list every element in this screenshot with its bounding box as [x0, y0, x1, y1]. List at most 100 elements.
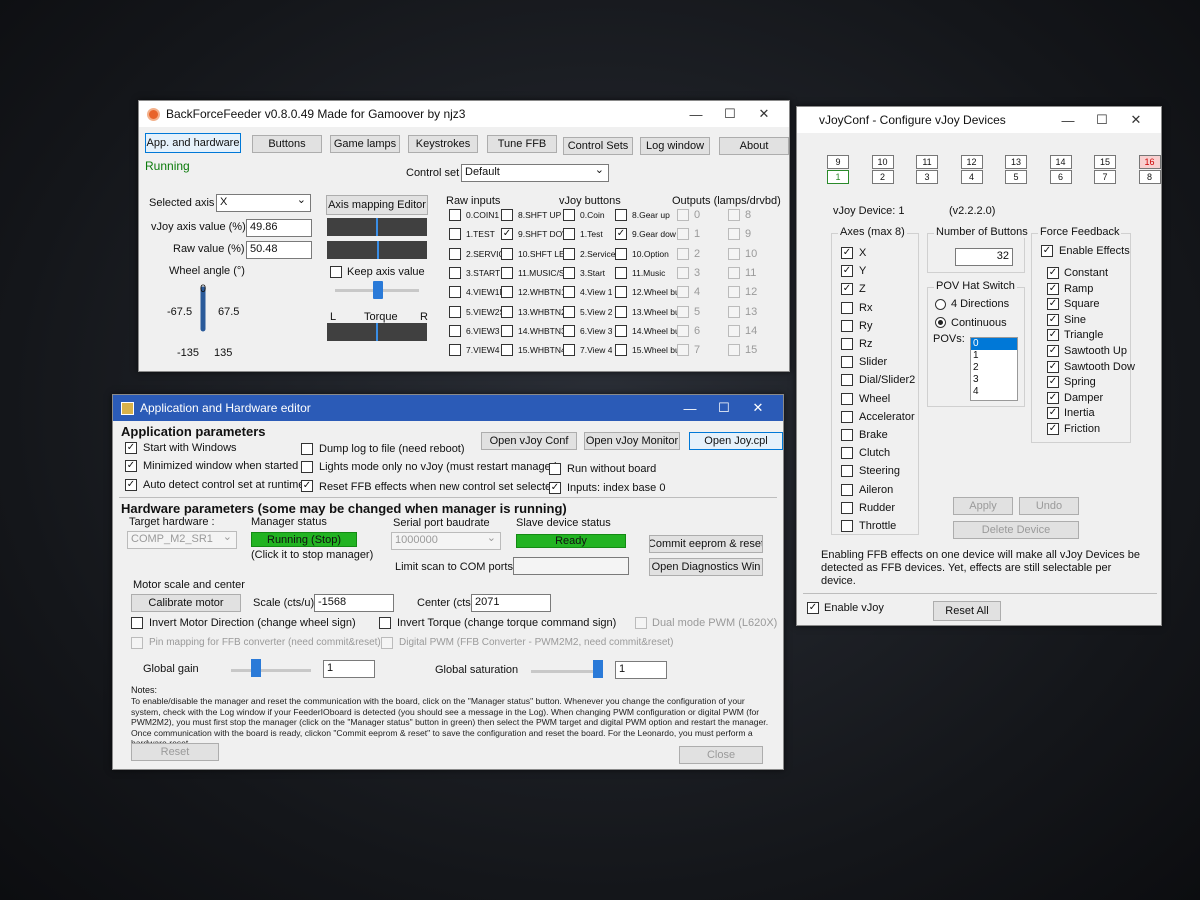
pov-item[interactable]: 4	[971, 386, 1017, 398]
axis-checkbox[interactable]	[841, 374, 853, 387]
io-checkbox[interactable]	[728, 209, 740, 221]
auto-detect-checkbox[interactable]: ✓	[125, 479, 137, 491]
raw-value-field[interactable]: 50.48	[246, 241, 312, 259]
io-checkbox[interactable]	[728, 247, 740, 260]
effect-checkbox[interactable]: ✓	[1047, 313, 1059, 326]
calibrate-motor-button[interactable]: Calibrate motor	[131, 594, 241, 612]
axis-checkbox[interactable]	[841, 301, 853, 314]
io-checkbox[interactable]	[563, 344, 575, 357]
invert-torque-checkbox[interactable]	[379, 617, 391, 629]
io-checkbox[interactable]	[501, 266, 513, 279]
axis-checkbox[interactable]	[841, 483, 853, 496]
axis-checkbox[interactable]	[841, 501, 853, 514]
maximize-icon[interactable]: ☐	[707, 400, 741, 416]
digital-pwm-checkbox[interactable]	[381, 637, 393, 649]
pov-item[interactable]: 1	[971, 350, 1017, 362]
open-vjoy-monitor-button[interactable]: Open vJoy Monitor	[584, 432, 680, 450]
baudrate-select[interactable]: 1000000	[391, 532, 501, 550]
effect-checkbox[interactable]: ✓	[1047, 376, 1059, 389]
io-checkbox[interactable]	[677, 247, 689, 260]
dual-mode-checkbox[interactable]	[635, 617, 647, 629]
global-gain-slider[interactable]	[231, 669, 311, 672]
io-checkbox[interactable]: ✓	[501, 228, 513, 241]
io-checkbox[interactable]	[501, 286, 513, 299]
io-checkbox[interactable]	[563, 209, 575, 221]
io-checkbox[interactable]	[728, 344, 740, 357]
enable-effects-checkbox[interactable]: ✓	[1041, 245, 1053, 257]
global-gain-input[interactable]: 1	[323, 660, 375, 678]
effect-checkbox[interactable]: ✓	[1047, 298, 1059, 311]
io-checkbox[interactable]	[563, 324, 575, 337]
pov-item[interactable]: 2	[971, 362, 1017, 374]
io-checkbox[interactable]	[563, 286, 575, 299]
io-checkbox[interactable]	[563, 247, 575, 260]
axis-checkbox[interactable]	[841, 429, 853, 441]
dump-log-checkbox[interactable]	[301, 443, 313, 455]
tab-app-and-hardware[interactable]: App. and hardware	[145, 133, 241, 153]
io-checkbox[interactable]	[449, 286, 461, 299]
io-checkbox[interactable]	[677, 286, 689, 299]
io-checkbox[interactable]	[615, 305, 627, 318]
axis-checkbox[interactable]	[841, 465, 853, 478]
io-checkbox[interactable]	[563, 228, 575, 241]
io-checkbox[interactable]	[563, 266, 575, 279]
tab-about[interactable]: About	[719, 137, 789, 155]
target-hw-select[interactable]: COMP_M2_SR1	[127, 531, 237, 549]
scale-input[interactable]: -1568	[314, 594, 394, 612]
device-tab[interactable]: 15	[1094, 155, 1116, 169]
global-sat-slider[interactable]	[531, 670, 601, 673]
commit-eeprom-button[interactable]: Commit eeprom & reset	[649, 535, 763, 553]
io-checkbox[interactable]	[615, 209, 627, 221]
device-tab[interactable]: 5	[1005, 170, 1027, 184]
povs-list[interactable]: 01234	[970, 337, 1018, 401]
selected-axis-select[interactable]: X	[216, 194, 311, 212]
effect-checkbox[interactable]: ✓	[1047, 282, 1059, 295]
device-tab[interactable]: 9	[827, 155, 849, 169]
io-checkbox[interactable]	[677, 324, 689, 337]
pov-item[interactable]: 0	[971, 338, 1017, 350]
io-checkbox[interactable]	[449, 344, 461, 357]
io-checkbox[interactable]	[615, 266, 627, 279]
axis-mapping-editor-button[interactable]: Axis mapping Editor	[326, 195, 428, 215]
device-tab[interactable]: 14	[1049, 155, 1072, 169]
tab-game-lamps[interactable]: Game lamps	[330, 135, 400, 153]
io-checkbox[interactable]	[501, 247, 513, 260]
center-input[interactable]: 2071	[471, 594, 551, 612]
io-checkbox[interactable]	[677, 305, 689, 318]
io-checkbox[interactable]	[677, 228, 689, 241]
pov-item[interactable]: 3	[971, 374, 1017, 386]
device-tab[interactable]: 11	[916, 155, 938, 169]
effect-checkbox[interactable]: ✓	[1047, 407, 1059, 420]
tab-keystrokes[interactable]: Keystrokes	[408, 135, 478, 153]
tab-tune-ffb[interactable]: Tune FFB	[487, 135, 557, 153]
io-checkbox[interactable]	[728, 286, 740, 299]
io-checkbox[interactable]	[728, 266, 740, 279]
io-checkbox[interactable]	[677, 209, 689, 221]
minimized-checkbox[interactable]: ✓	[125, 460, 137, 472]
delete-device-button[interactable]: Delete Device	[953, 521, 1079, 539]
io-checkbox[interactable]	[728, 228, 740, 241]
minimize-icon[interactable]: —	[1051, 113, 1085, 128]
global-gain-thumb[interactable]	[251, 659, 261, 677]
open-joy-cpl-button[interactable]: Open Joy.cpl	[689, 432, 783, 450]
axis-checkbox[interactable]	[841, 447, 853, 460]
axis-checkbox[interactable]	[841, 410, 853, 423]
minimize-icon[interactable]: —	[679, 107, 713, 122]
axis-checkbox[interactable]	[841, 356, 853, 369]
reset-ffb-checkbox[interactable]: ✓	[301, 480, 313, 492]
device-tab[interactable]: 6	[1049, 170, 1072, 184]
axis-checkbox[interactable]: ✓	[841, 265, 853, 278]
device-tab[interactable]: 1	[827, 170, 849, 184]
open-vjoy-conf-button[interactable]: Open vJoy Conf	[481, 432, 577, 450]
close-button[interactable]: Close	[679, 746, 763, 764]
io-checkbox[interactable]	[449, 209, 461, 221]
device-tab[interactable]: 12	[960, 155, 983, 169]
io-checkbox[interactable]	[501, 344, 513, 357]
axis-checkbox[interactable]	[841, 520, 853, 532]
vjoy-titlebar[interactable]: vJoyConf - Configure vJoy Devices — ☐ ✕	[797, 107, 1161, 133]
close-icon[interactable]: ✕	[741, 400, 775, 416]
close-icon[interactable]: ✕	[747, 106, 781, 122]
vjoy-axis-value[interactable]: 49.86	[246, 219, 312, 237]
global-sat-input[interactable]: 1	[615, 661, 667, 679]
tab-control-sets[interactable]: Control Sets	[563, 137, 633, 155]
